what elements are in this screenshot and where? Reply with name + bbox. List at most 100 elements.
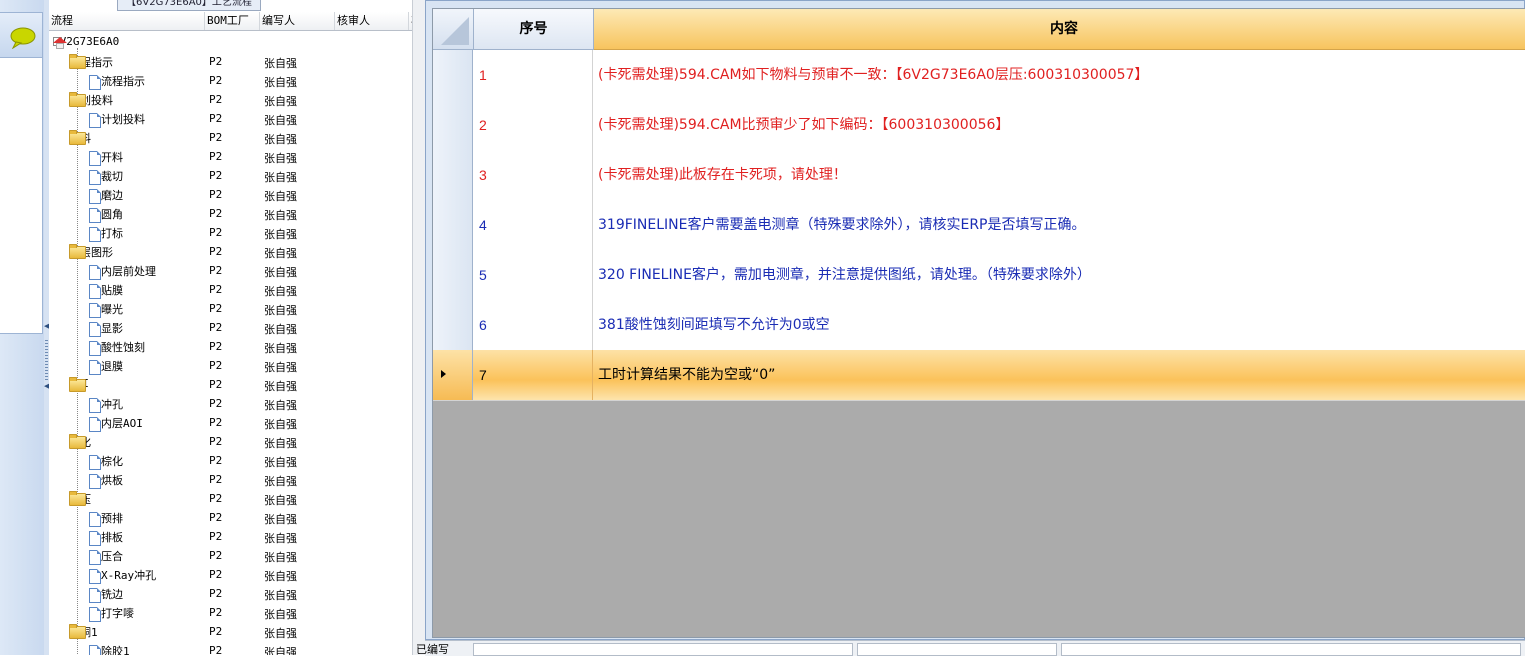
tree-row[interactable]: 烘板 P2 张自强 bbox=[49, 471, 425, 490]
tree-row[interactable]: 圆角 P2 张自强 bbox=[49, 205, 425, 224]
tree-node-author: 张自强 bbox=[264, 608, 297, 621]
tree-row[interactable]: −流程指示P2张自强 bbox=[49, 53, 425, 72]
row-content: 320 FINELINE客户，需加电测章，并注意提供图纸，请处理。（特殊要求除外… bbox=[598, 267, 1091, 283]
header-seq[interactable]: 序号 bbox=[474, 9, 594, 50]
tree-row[interactable]: 预排 P2 张自强 bbox=[49, 509, 425, 528]
tree-row[interactable]: 冲孔 P2 张自强 bbox=[49, 395, 425, 414]
result-row[interactable]: 6 381酸性蚀刻间距填写不允许为0或空 bbox=[433, 300, 1525, 351]
home-icon bbox=[53, 37, 67, 49]
document-icon bbox=[89, 455, 101, 470]
tree-node-label: 磨边 bbox=[101, 189, 123, 202]
tree-row[interactable]: 铣边 P2 张自强 bbox=[49, 585, 425, 604]
tree-row[interactable]: 打标 P2 张自强 bbox=[49, 224, 425, 243]
tree-row[interactable]: 贴膜 P2 张自强 bbox=[49, 281, 425, 300]
process-tree-grid: 【6V2G73E6A0】工艺流程 流程 BOM工厂 编写人 核审人 状 −6V2… bbox=[49, 0, 425, 655]
tree-row[interactable]: 棕化 P2 张自强 bbox=[49, 452, 425, 471]
tree-row[interactable]: 退膜 P2 张自强 bbox=[49, 357, 425, 376]
tree-node-author: 张自强 bbox=[264, 399, 297, 412]
tree-node-factory: P2 bbox=[209, 131, 223, 144]
tree-row[interactable]: −AOIP2张自强 bbox=[49, 376, 425, 395]
bottom-field-3[interactable] bbox=[1061, 643, 1521, 656]
tree-row[interactable]: −内层图形P2张自强 bbox=[49, 243, 425, 262]
splitter-grip[interactable] bbox=[45, 340, 48, 380]
row-content: (卡死需处理)此板存在卡死项，请处理！ bbox=[598, 167, 847, 183]
tree-row[interactable]: 流程指示 P2 张自强 bbox=[49, 72, 425, 91]
document-icon bbox=[89, 569, 101, 584]
result-row[interactable]: 4 319FINELINE客户需要盖电测章（特殊要求除外），请核实ERP是否填写正… bbox=[433, 200, 1525, 251]
tree-row[interactable]: 曝光 P2 张自强 bbox=[49, 300, 425, 319]
tree-row[interactable]: −开料P2张自强 bbox=[49, 129, 425, 148]
tree-node-factory: P2 bbox=[209, 587, 223, 600]
tree-node-author: 张自强 bbox=[264, 437, 297, 450]
tree-node-author: 张自强 bbox=[264, 76, 297, 89]
tree-node-factory: P2 bbox=[209, 568, 223, 581]
col-reviewer[interactable]: 核审人 bbox=[335, 12, 409, 30]
result-row[interactable]: 3 (卡死需处理)此板存在卡死项，请处理！ bbox=[433, 150, 1525, 201]
row-header[interactable] bbox=[433, 200, 473, 250]
bottom-field-1[interactable] bbox=[473, 643, 853, 656]
tree-node-factory: P2 bbox=[209, 359, 223, 372]
tree-node-author: 张自强 bbox=[264, 475, 297, 488]
bottom-status-strip bbox=[425, 640, 1525, 656]
tree-node-factory: P2 bbox=[209, 264, 223, 277]
row-seq: 4 bbox=[474, 200, 593, 250]
folder-icon bbox=[69, 491, 86, 506]
col-process[interactable]: 流程 bbox=[49, 12, 205, 30]
tree-row[interactable]: 计划投料 P2 张自强 bbox=[49, 110, 425, 129]
tree-node-factory: P2 bbox=[209, 340, 223, 353]
tree-row[interactable]: −计划投料P2张自强 bbox=[49, 91, 425, 110]
tree-node-author: 张自强 bbox=[264, 532, 297, 545]
row-content: (卡死需处理)594.CAM比预审少了如下编码：【600310300056】 bbox=[598, 117, 1010, 133]
tree-row[interactable]: 压合 P2 张自强 bbox=[49, 547, 425, 566]
tree-tab-title[interactable]: 【6V2G73E6A0】工艺流程 bbox=[117, 0, 261, 11]
tree-row[interactable]: 内层前处理 P2 张自强 bbox=[49, 262, 425, 281]
row-header[interactable] bbox=[433, 150, 473, 200]
result-row[interactable]: 1 (卡死需处理)594.CAM如下物料与预审不一致：【6V2G73E6A0层压:… bbox=[433, 50, 1525, 101]
tree-row[interactable]: 裁切 P2 张自强 bbox=[49, 167, 425, 186]
row-seq: 6 bbox=[474, 300, 593, 350]
header-content[interactable]: 内容 bbox=[594, 9, 1525, 50]
result-row[interactable]: 2 (卡死需处理)594.CAM比预审少了如下编码：【600310300056】 bbox=[433, 100, 1525, 151]
tree-row[interactable]: −层压P2张自强 bbox=[49, 490, 425, 509]
row-seq: 5 bbox=[474, 250, 593, 300]
tree-row[interactable]: 除胶1 P2 张自强 bbox=[49, 642, 425, 655]
document-icon bbox=[89, 227, 101, 242]
message-icon[interactable] bbox=[10, 27, 36, 49]
tree-row[interactable]: 酸性蚀刻 P2 张自强 bbox=[49, 338, 425, 357]
tree-node-label: 圆角 bbox=[101, 208, 123, 221]
tree-row[interactable]: X-Ray冲孔 P2 张自强 bbox=[49, 566, 425, 585]
col-bom-factory[interactable]: BOM工厂 bbox=[205, 12, 260, 30]
tree-row[interactable]: 显影 P2 张自强 bbox=[49, 319, 425, 338]
tree-node-factory: P2 bbox=[209, 549, 223, 562]
tree-row[interactable]: −棕化P2张自强 bbox=[49, 433, 425, 452]
tree-row[interactable]: 排板 P2 张自强 bbox=[49, 528, 425, 547]
document-icon bbox=[89, 531, 101, 546]
row-header[interactable] bbox=[433, 50, 473, 100]
tree-node-author: 张自强 bbox=[264, 152, 297, 165]
tree-row[interactable]: 打字嘜 P2 张自强 bbox=[49, 604, 425, 623]
grid-corner[interactable] bbox=[433, 9, 474, 50]
tree-root-row[interactable]: −6V2G73E6A0 bbox=[49, 34, 425, 53]
tree-node-factory: P2 bbox=[209, 454, 223, 467]
row-header[interactable] bbox=[433, 100, 473, 150]
tree-row[interactable]: 开料 P2 张自强 bbox=[49, 148, 425, 167]
col-author[interactable]: 编写人 bbox=[260, 12, 335, 30]
tree-node-label: 计划投料 bbox=[101, 113, 145, 126]
tree-node-label: X-Ray冲孔 bbox=[101, 569, 157, 582]
row-header[interactable] bbox=[433, 350, 473, 400]
tree-node-factory: P2 bbox=[209, 530, 223, 543]
tree-node-label: 内层前处理 bbox=[101, 265, 156, 278]
tree-vertical-scrollbar[interactable] bbox=[412, 0, 426, 655]
row-header[interactable] bbox=[433, 250, 473, 300]
tree-row[interactable]: 磨边 P2 张自强 bbox=[49, 186, 425, 205]
tree-row[interactable]: −沉铜1P2张自强 bbox=[49, 623, 425, 642]
result-row[interactable]: 5 320 FINELINE客户，需加电测章，并注意提供图纸，请处理。（特殊要求除… bbox=[433, 250, 1525, 301]
folder-icon bbox=[69, 92, 86, 107]
bottom-field-2[interactable] bbox=[857, 643, 1057, 656]
tree-node-factory: P2 bbox=[209, 207, 223, 220]
tree-node-author: 张自强 bbox=[264, 114, 297, 127]
result-row[interactable]: 7 工时计算结果不能为空或“0” bbox=[433, 350, 1525, 401]
tree-node-factory: P2 bbox=[209, 93, 223, 106]
tree-row[interactable]: 内层AOI P2 张自强 bbox=[49, 414, 425, 433]
row-header[interactable] bbox=[433, 300, 473, 350]
